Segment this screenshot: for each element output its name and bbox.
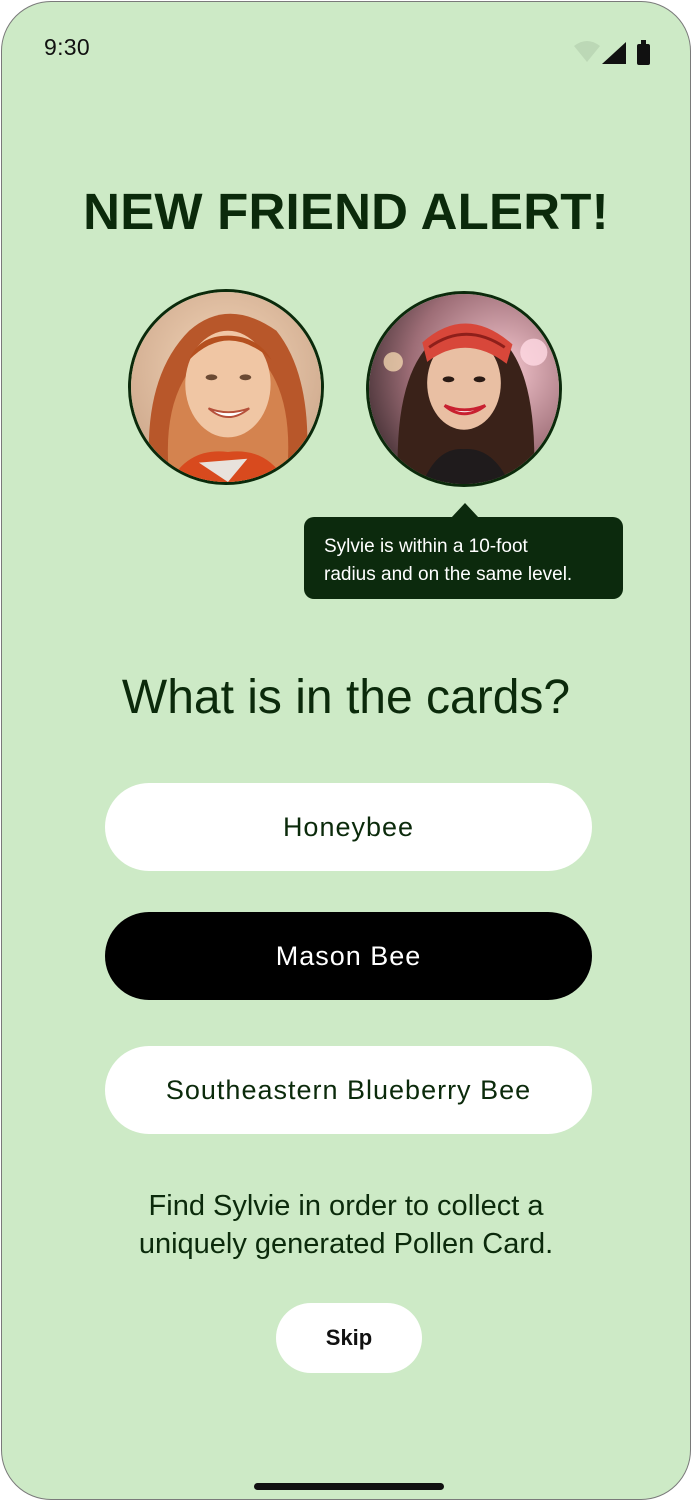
status-time: 9:30 (44, 34, 90, 60)
tooltip-line-1: Sylvie is within a 10-foot (324, 536, 528, 557)
proximity-tooltip: Sylvie is within a 10-foot radius and on… (304, 517, 623, 599)
tooltip-arrow (451, 503, 479, 518)
option-honeybee-button[interactable]: Honeybee (105, 783, 592, 871)
option-southeastern-blueberry-bee-button[interactable]: Southeastern Blueberry Bee (105, 1046, 592, 1134)
page-title: NEW FRIEND ALERT! (83, 183, 609, 240)
home-indicator[interactable] (254, 1483, 444, 1490)
battery-icon (637, 40, 650, 65)
tooltip-line-2: radius and on the same level. (324, 564, 573, 585)
info-line-1: Find Sylvie in order to collect a (148, 1190, 544, 1222)
avatar-redhead-woman[interactable] (128, 289, 324, 485)
info-line-2: uniquely generated Pollen Card. (138, 1228, 554, 1260)
skip-button[interactable]: Skip (276, 1303, 422, 1373)
phone-screen: 9:30 NEW FRIEND ALERT! Sylvie is within … (1, 1, 691, 1500)
wifi-icon (574, 41, 600, 62)
question-heading: What is in the cards? (121, 671, 571, 724)
option-mason-bee-button[interactable]: Mason Bee (105, 912, 592, 1000)
signal-icon (602, 42, 626, 64)
info-text: Find Sylvie in order to collect a unique… (2, 1187, 690, 1263)
avatar-sylvie[interactable] (366, 291, 562, 487)
status-icons (572, 38, 652, 66)
